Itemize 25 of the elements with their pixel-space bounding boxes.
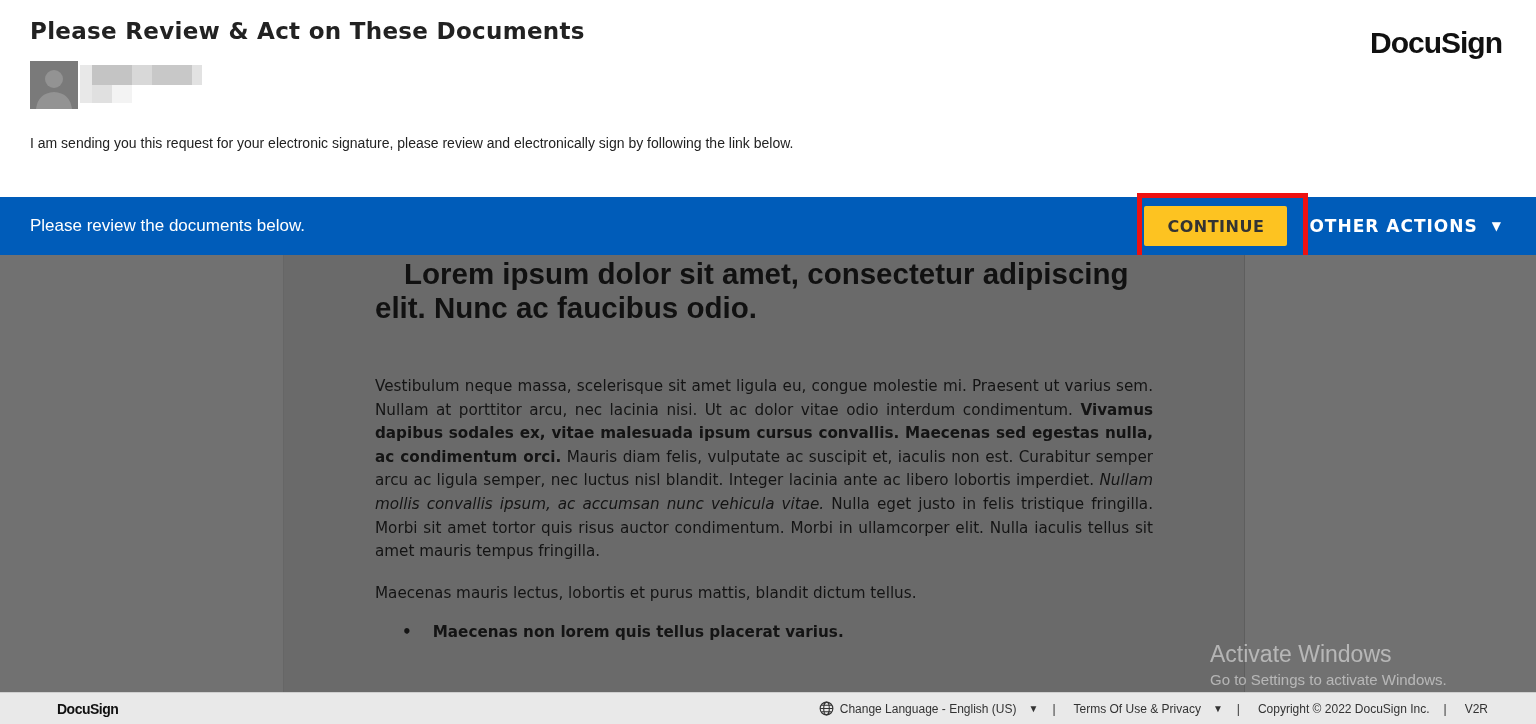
globe-icon	[818, 701, 834, 716]
page-title: Please Review & Act on These Documents	[30, 18, 586, 44]
separator: |	[1236, 701, 1240, 716]
terms-link[interactable]: Terms Of Use & Privacy	[1073, 701, 1201, 716]
language-link[interactable]: Change Language - English (US)	[839, 701, 1017, 716]
document-heading: Lorem ipsum dolor sit amet, consectetur adipiscing elit. Nunc ac faucibus odio.	[375, 257, 1130, 325]
separator: |	[1052, 701, 1056, 716]
footer-text: Copyright © 2022 DocuSign Inc.	[1257, 701, 1430, 716]
continue-button[interactable]: CONTINUE	[1144, 206, 1288, 246]
bullet-marker: •	[402, 623, 412, 642]
activation-title: Activate Windows	[1210, 641, 1393, 668]
message-text: I am sending you this request for your electronic signature, please review and electronically sign by following the link below.	[30, 135, 795, 151]
caret-icon[interactable]: ▼	[1028, 703, 1039, 714]
paragraph: Vestibulum neque massa, scelerisque sit amet ligula eu, congue molestie mi. Praesent ut varius sem. Nullam at porttitor arcu, nec lacinia nisi. Ut ac dolor vitae odio interdum condimentum. Vivamus dapibus sodales ex, vitae malesuada ipsum cursus convallis. Maecenas sed egestas nulla, ac condimentum orci. Mauris diam felis, vulputate ac suscipit et, iaculis non est. Curabitur semper arcu ac ligula semper, nec luctus nisl blandit. Integer lacinia ante ac libero lobortis imperdiet. Nullam mollis convallis ipsum, ac accumsan nunc vehicula vitae. Nulla eget justo in felis tristique fringilla. Morbi sit amet tortor quis risus auctor condimentum. Morbi in ullamcorper elit. Nulla iaculis tellus sit amet mauris tempus fringilla.	[375, 376, 1153, 563]
instruction-text: Please review the documents below.	[30, 216, 306, 236]
paragraph: Maecenas mauris lectus, lobortis et purus mattis, blandit dictum tellus.	[375, 582, 918, 604]
other-actions-button[interactable]: OTHER ACTIONS ▼	[1309, 216, 1502, 236]
footer-logo: DocuSign	[57, 700, 120, 717]
activation-subtitle: Go to Settings to activate Windows.	[1210, 671, 1447, 688]
logo: DocuSign	[1370, 26, 1502, 60]
footer-text: V2R	[1464, 701, 1488, 716]
bullet-text: Maecenas non lorem quis tellus placerat varius.	[432, 623, 844, 642]
avatar-icon	[30, 61, 78, 109]
separator: |	[1443, 701, 1447, 716]
caret-icon[interactable]: ▼	[1212, 703, 1223, 714]
